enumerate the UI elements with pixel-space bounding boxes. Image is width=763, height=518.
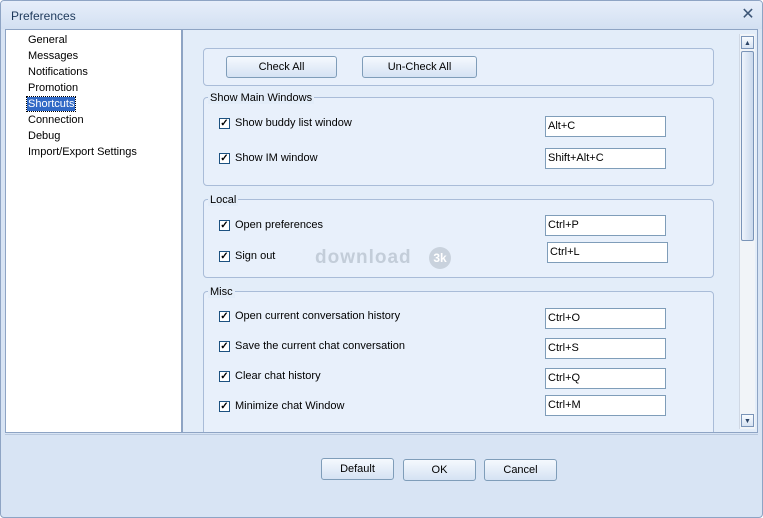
uncheck-all-button[interactable]: Un-Check All	[362, 56, 477, 78]
nav-item-messages[interactable]: Messages	[27, 49, 79, 63]
footer-divider	[5, 434, 758, 435]
local-group	[203, 199, 714, 278]
check-icon: ✓	[220, 251, 229, 262]
check-buttons-group: Check All Un-Check All	[203, 48, 714, 86]
open-history-label: Open current conversation history	[235, 310, 401, 322]
sign-out-checkbox[interactable]: ✓	[219, 251, 230, 262]
check-all-button[interactable]: Check All	[226, 56, 337, 78]
check-icon: ✓	[220, 311, 229, 322]
clear-history-shortcut-input[interactable]: Ctrl+Q	[545, 368, 666, 389]
show-im-window-label: Show IM window	[235, 152, 318, 164]
show-buddy-list-checkbox[interactable]: ✓	[219, 118, 230, 129]
minimize-chat-label: Minimize chat Window	[235, 400, 345, 412]
sign-out-label: Sign out	[235, 250, 276, 262]
save-conversation-label: Save the current chat conversation	[235, 340, 405, 352]
nav-item-import-export[interactable]: Import/Export Settings	[27, 145, 138, 159]
vertical-scrollbar[interactable]: ▲ ▼	[739, 34, 755, 429]
open-preferences-label: Open preferences	[235, 219, 324, 231]
shortcuts-panel: Check All Un-Check All Show Main Windows…	[182, 29, 758, 433]
clear-history-checkbox[interactable]: ✓	[219, 371, 230, 382]
save-conversation-checkbox[interactable]: ✓	[219, 341, 230, 352]
preferences-nav-list: General Messages Notifications Promotion…	[5, 29, 182, 433]
main-windows-group	[203, 97, 714, 186]
close-icon[interactable]: ✕	[739, 6, 757, 24]
show-buddy-list-label: Show buddy list window	[235, 117, 352, 129]
check-icon: ✓	[220, 220, 229, 231]
cancel-button[interactable]: Cancel	[484, 459, 557, 481]
open-preferences-checkbox[interactable]: ✓	[219, 220, 230, 231]
nav-item-debug[interactable]: Debug	[27, 129, 61, 143]
open-history-shortcut-input[interactable]: Ctrl+O	[545, 308, 666, 329]
open-preferences-shortcut-input[interactable]: Ctrl+P	[545, 215, 666, 236]
check-icon: ✓	[220, 118, 229, 129]
nav-item-connection[interactable]: Connection	[27, 113, 85, 127]
nav-item-notifications[interactable]: Notifications	[27, 65, 89, 79]
title-bar[interactable]: Preferences ✕	[1, 1, 762, 29]
save-conversation-shortcut-input[interactable]: Ctrl+S	[545, 338, 666, 359]
arrow-down-icon[interactable]: ▼	[741, 414, 754, 427]
default-button[interactable]: Default	[321, 458, 394, 480]
main-windows-group-title: Show Main Windows	[208, 92, 315, 104]
check-icon: ✓	[220, 341, 229, 352]
nav-item-general[interactable]: General	[27, 33, 68, 47]
nav-item-shortcuts[interactable]: Shortcuts	[25, 96, 77, 112]
show-im-window-shortcut-input[interactable]: Shift+Alt+C	[545, 148, 666, 169]
show-im-window-checkbox[interactable]: ✓	[219, 153, 230, 164]
clear-history-label: Clear chat history	[235, 370, 321, 382]
preferences-window: Preferences ✕ General Messages Notificat…	[0, 0, 763, 518]
arrow-up-icon[interactable]: ▲	[741, 36, 754, 49]
check-icon: ✓	[220, 371, 229, 382]
local-group-title: Local	[208, 194, 239, 206]
nav-item-promotion[interactable]: Promotion	[27, 81, 79, 95]
check-icon: ✓	[220, 153, 229, 164]
minimize-chat-checkbox[interactable]: ✓	[219, 401, 230, 412]
show-buddy-list-shortcut-input[interactable]: Alt+C	[545, 116, 666, 137]
ok-button[interactable]: OK	[403, 459, 476, 481]
check-icon: ✓	[220, 401, 229, 412]
open-history-checkbox[interactable]: ✓	[219, 311, 230, 322]
window-title: Preferences	[11, 9, 76, 23]
watermark-text: download	[315, 247, 412, 268]
scrollbar-thumb[interactable]	[741, 51, 754, 241]
sign-out-shortcut-input[interactable]: Ctrl+L	[547, 242, 668, 263]
misc-group-title: Misc	[208, 286, 235, 298]
watermark-badge: 3k	[429, 247, 451, 269]
minimize-chat-shortcut-input[interactable]: Ctrl+M	[545, 395, 666, 416]
